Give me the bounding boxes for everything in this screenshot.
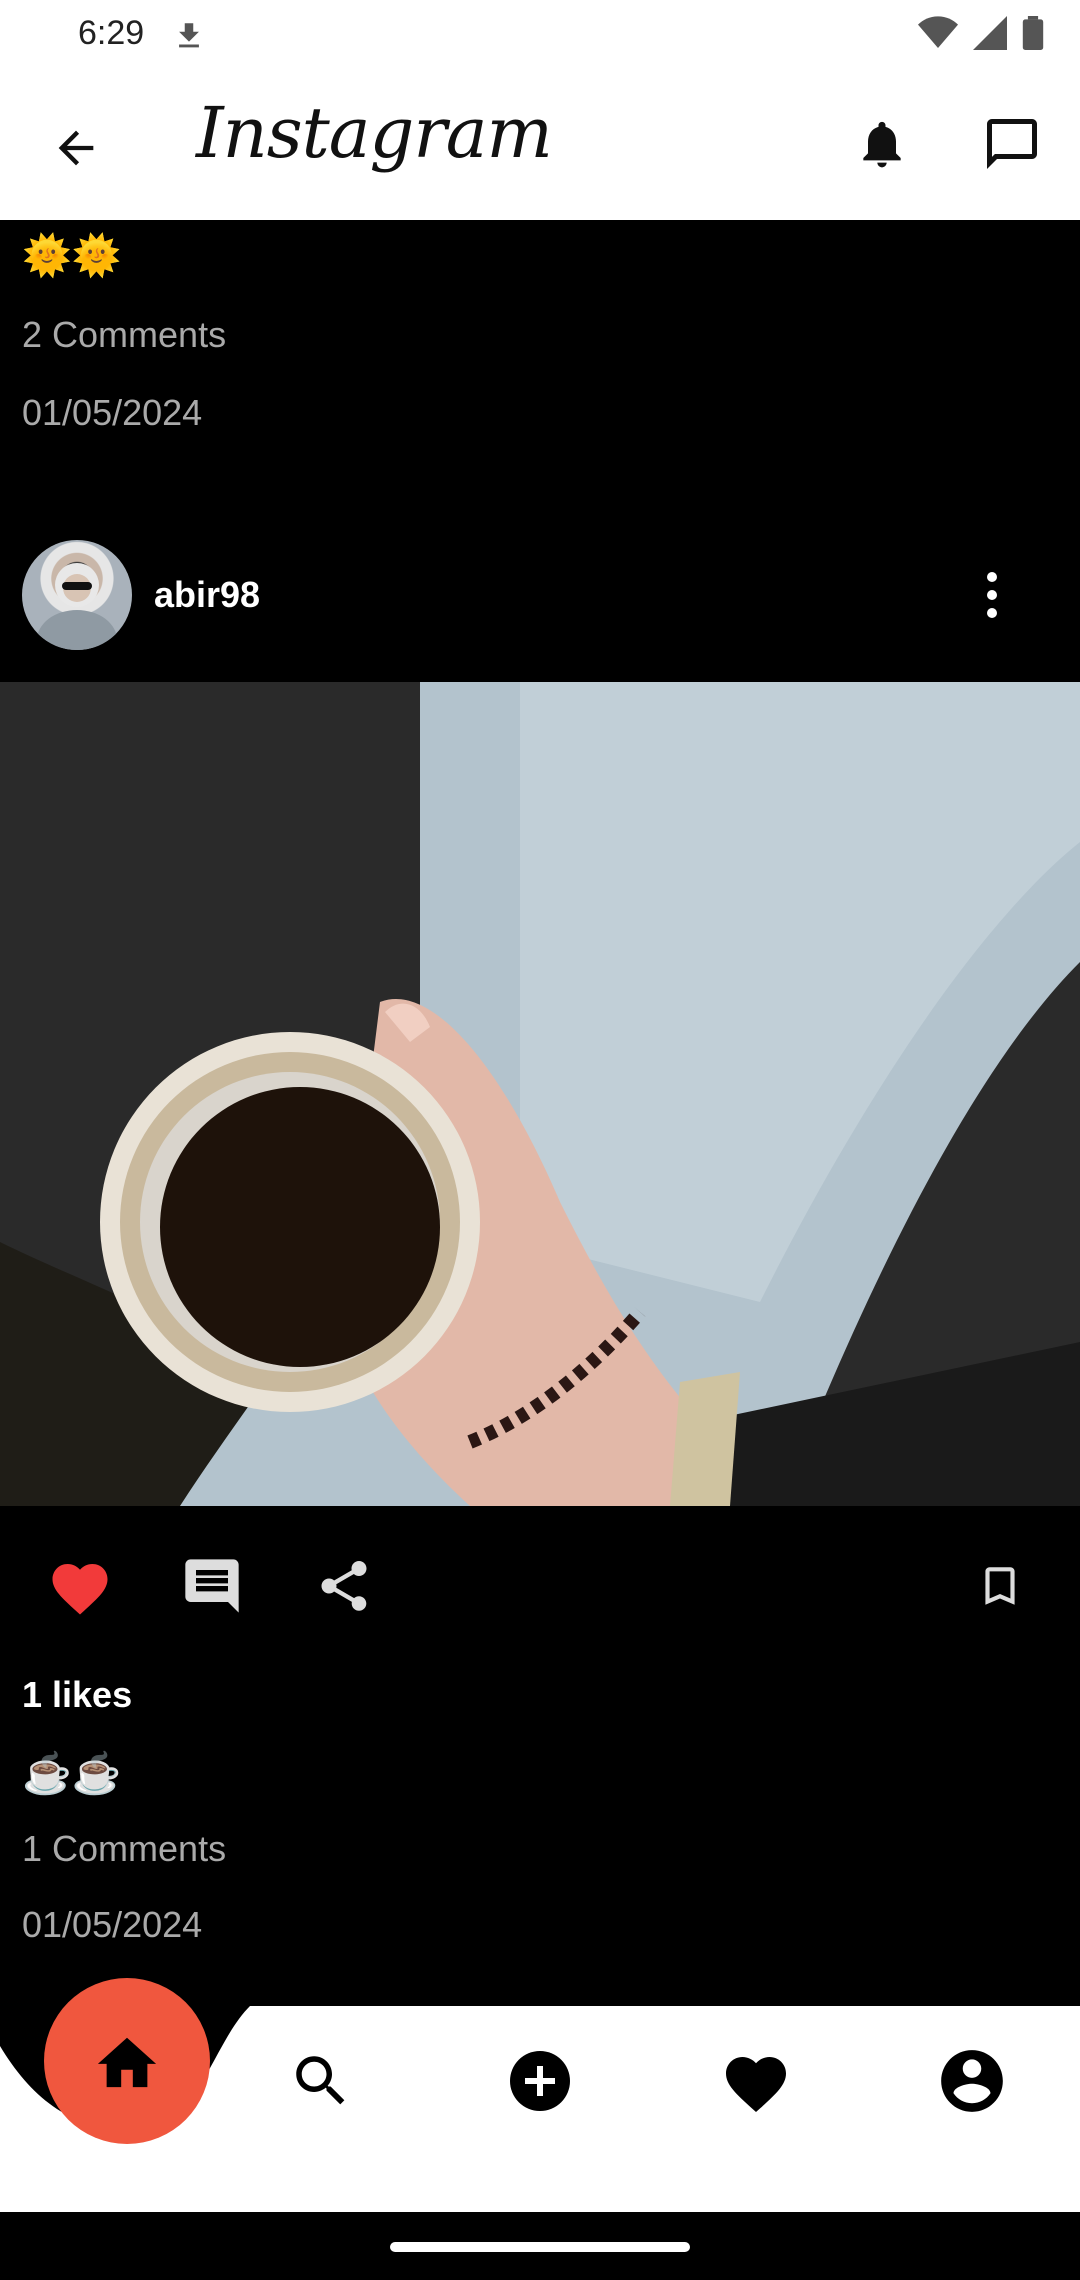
notifications-button[interactable] [846, 108, 918, 180]
more-vert-icon [987, 572, 997, 582]
avatar[interactable] [22, 540, 132, 650]
bell-icon [863, 121, 901, 168]
post-comments[interactable]: 1 Comments [22, 1828, 226, 1870]
bookmark-icon [985, 1567, 1015, 1605]
nav-search-button[interactable] [276, 2036, 366, 2126]
post-caption: ☕☕ [22, 1752, 122, 1796]
likes-count[interactable]: 1 likes [22, 1674, 132, 1716]
previous-post-date: 01/05/2024 [22, 392, 203, 433]
share-button[interactable] [304, 1546, 384, 1626]
home-icon [97, 2037, 157, 2088]
search-icon [296, 2056, 345, 2105]
comment-icon [185, 1559, 239, 1613]
back-arrow-icon [58, 130, 94, 166]
nav-activity-button[interactable] [711, 2036, 801, 2126]
app-logo: Instagram [196, 92, 553, 174]
heart-icon [726, 2057, 786, 2113]
heart-filled-icon [52, 1564, 108, 1615]
app-bar: Instagram [0, 72, 1080, 220]
nav-home-button[interactable] [44, 1978, 210, 2144]
previous-post-caption: 🌞🌞 [22, 234, 122, 278]
bookmark-button[interactable] [960, 1546, 1040, 1626]
post-date: 01/05/2024 [22, 1904, 203, 1945]
status-time: 6:29 [78, 14, 145, 52]
wifi-icon [918, 16, 958, 48]
post-username[interactable]: abir98 [154, 574, 260, 616]
post-image[interactable] [0, 682, 1080, 1506]
previous-post-comments[interactable]: 2 Comments [22, 314, 226, 356]
messages-button[interactable] [976, 108, 1048, 180]
like-button[interactable] [40, 1546, 120, 1626]
post-photo [0, 682, 1080, 1506]
battery-icon [1022, 16, 1044, 50]
avatar-image [37, 563, 117, 650]
nav-profile-button[interactable] [927, 2036, 1017, 2126]
more-options-button[interactable] [962, 562, 1022, 628]
comment-button[interactable] [172, 1546, 252, 1626]
signal-icon [973, 16, 1007, 50]
add-icon [510, 2051, 570, 2111]
chat-bubble-icon [987, 119, 1037, 169]
share-icon [321, 1561, 367, 1611]
download-icon [172, 18, 206, 59]
nav-add-button[interactable] [495, 2036, 585, 2126]
gesture-handle[interactable] [390, 2242, 690, 2252]
back-button[interactable] [40, 112, 112, 184]
status-icons [918, 16, 1044, 50]
account-icon [941, 2050, 1003, 2112]
